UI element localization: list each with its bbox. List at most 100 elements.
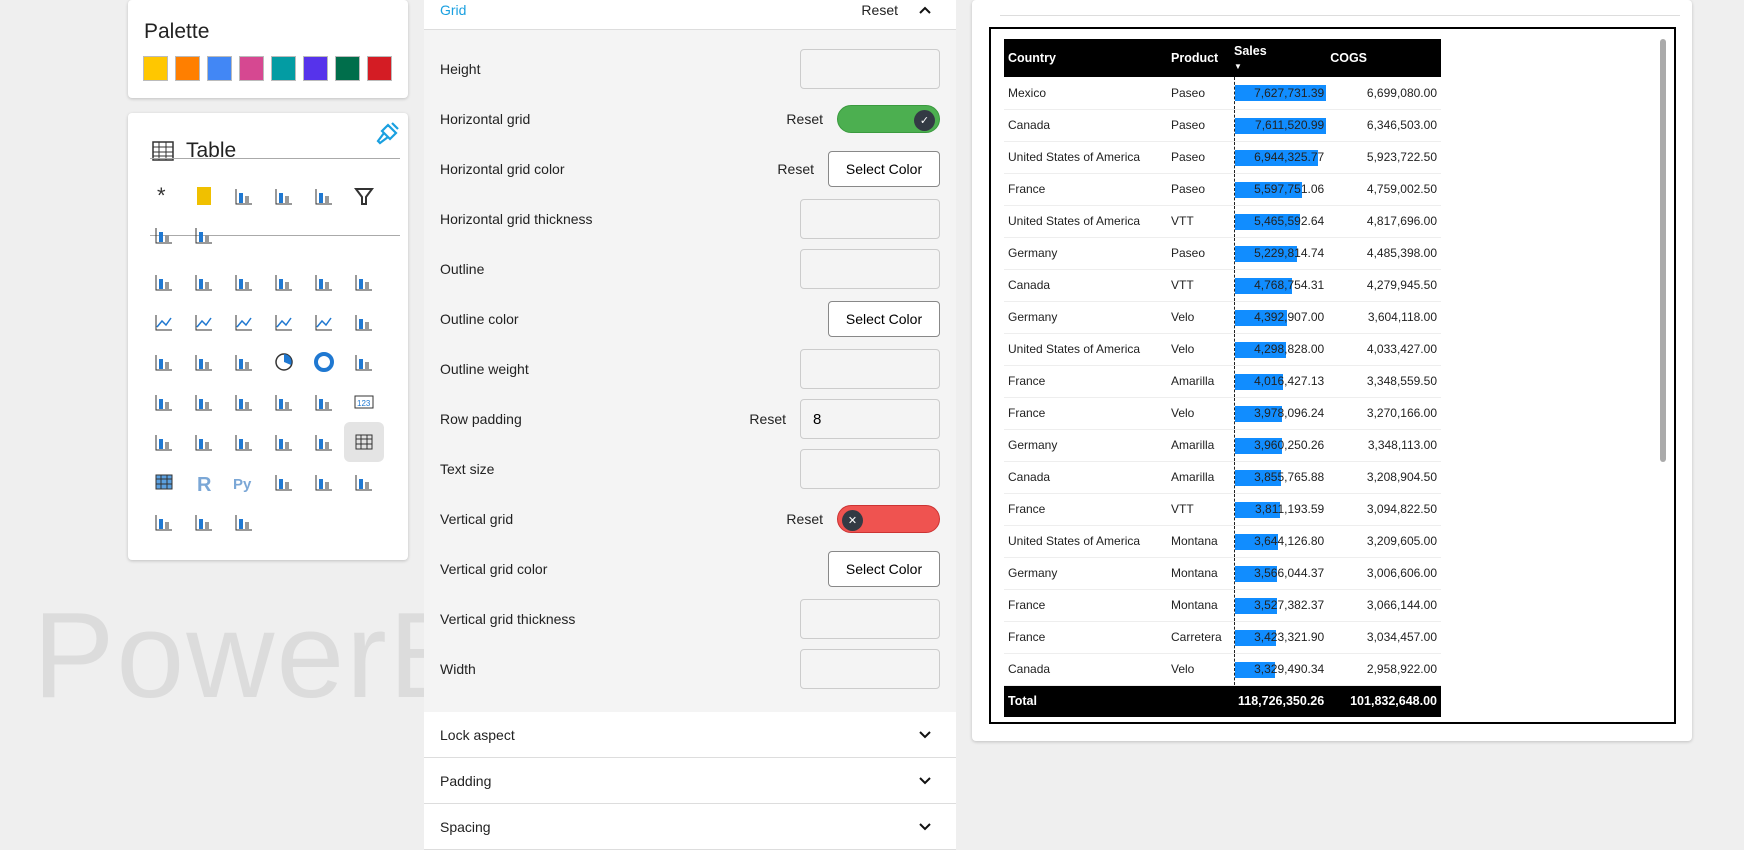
table-row[interactable]: France Montana 3,527,382.37 3,066,144.00	[1004, 589, 1441, 622]
palette-swatch[interactable]	[271, 56, 296, 81]
chevron-down-icon[interactable]	[918, 822, 932, 832]
filled-map-icon[interactable]	[188, 386, 220, 418]
section-padding[interactable]: Padding	[424, 758, 956, 804]
funnel-icon[interactable]	[188, 346, 220, 378]
table-icon[interactable]	[344, 422, 384, 462]
grid-section-header[interactable]: Grid Reset	[424, 0, 956, 30]
100-column-icon[interactable]	[348, 266, 380, 298]
python-visual-icon[interactable]: Py	[228, 466, 260, 498]
column-header-sales[interactable]: Sales ▼	[1234, 39, 1327, 77]
table-row[interactable]: France Amarilla 4,016,427.13 3,348,559.50	[1004, 365, 1441, 398]
ribbon-chart-icon[interactable]	[348, 306, 380, 338]
button-icon[interactable]	[308, 180, 340, 212]
palette-swatch[interactable]	[335, 56, 360, 81]
reset-button[interactable]: Reset	[786, 111, 823, 127]
card-icon[interactable]: 123	[348, 386, 380, 418]
table-row[interactable]: United States of America Paseo 6,944,325.7…	[1004, 141, 1441, 174]
grid-reset-button[interactable]: Reset	[861, 2, 898, 18]
vertical-grid-thickness-input[interactable]	[800, 599, 940, 639]
table-row[interactable]: Germany Velo 4,392,907.00 3,604,118.00	[1004, 301, 1441, 334]
table-row[interactable]: United States of America VTT 5,465,592.64 4…	[1004, 205, 1441, 238]
horizontal-grid-thickness-input[interactable]	[800, 199, 940, 239]
chevron-up-icon[interactable]	[918, 5, 932, 15]
clustered-bar-icon[interactable]	[228, 266, 260, 298]
table-row[interactable]: Mexico Paseo 7,627,731.39 6,699,080.00	[1004, 77, 1441, 110]
globe-map-icon[interactable]	[148, 386, 180, 418]
outline-input[interactable]	[800, 249, 940, 289]
r-visual-icon[interactable]: R	[188, 466, 220, 498]
palette-swatch[interactable]	[175, 56, 200, 81]
asterisk-icon[interactable]: *	[148, 180, 180, 212]
table-row[interactable]: Canada VTT 4,768,754.31 4,279,945.50	[1004, 269, 1441, 302]
table-row[interactable]: Canada Paseo 7,611,520.99 6,346,503.00	[1004, 109, 1441, 142]
treemap-icon[interactable]	[348, 346, 380, 378]
table-row[interactable]: Canada Amarilla 3,855,765.88 3,208,904.50	[1004, 461, 1441, 494]
text-box-icon[interactable]	[148, 506, 180, 538]
palette-swatch[interactable]	[239, 56, 264, 81]
table-row[interactable]: Germany Paseo 5,229,814.74 4,485,398.00	[1004, 237, 1441, 270]
qa-icon[interactable]	[348, 466, 380, 498]
slicer-icon[interactable]	[268, 426, 300, 458]
column-header-country[interactable]: Country	[1004, 39, 1167, 77]
page-icon[interactable]	[188, 180, 220, 212]
stacked-area-icon[interactable]	[228, 306, 260, 338]
line-clustered-column-icon[interactable]	[308, 306, 340, 338]
horizontal-grid-toggle[interactable]: ✓	[837, 105, 940, 133]
shape-map-icon[interactable]	[228, 386, 260, 418]
qr-icon[interactable]	[228, 180, 260, 212]
vertical-scrollbar[interactable]	[1660, 39, 1666, 462]
area-chart-icon[interactable]	[188, 306, 220, 338]
width-input[interactable]	[800, 649, 940, 689]
vertical-grid-color-select-color-button[interactable]: Select Color	[828, 551, 940, 587]
table-row[interactable]: United States of America Velo 4,298,828.00…	[1004, 333, 1441, 366]
column-header-product[interactable]: Product	[1167, 39, 1234, 77]
waterfall-icon[interactable]	[148, 346, 180, 378]
line-chart-icon[interactable]	[148, 306, 180, 338]
stacked-column-icon[interactable]	[188, 266, 220, 298]
clustered-column-icon[interactable]	[268, 266, 300, 298]
section-lock-aspect[interactable]: Lock aspect	[424, 712, 956, 758]
section-spacing[interactable]: Spacing	[424, 804, 956, 850]
kpi-icon[interactable]	[188, 426, 220, 458]
text-size-input[interactable]	[800, 449, 940, 489]
donut-icon[interactable]	[308, 346, 340, 378]
line-column-icon[interactable]	[268, 306, 300, 338]
100-bar-icon[interactable]	[308, 266, 340, 298]
height-input[interactable]	[800, 49, 940, 89]
table-row[interactable]: France Carretera 3,423,321.90 3,034,457.00	[1004, 621, 1441, 654]
gauge-icon[interactable]	[308, 386, 340, 418]
palette-swatch[interactable]	[303, 56, 328, 81]
pie-icon[interactable]	[268, 346, 300, 378]
table-row[interactable]: Germany Amarilla 3,960,250.26 3,348,113.00	[1004, 429, 1441, 462]
trophy-icon[interactable]	[188, 506, 220, 538]
table-row[interactable]: Canada Velo 3,329,490.34 2,958,922.00	[1004, 653, 1441, 686]
key-influencers-icon[interactable]	[268, 466, 300, 498]
chevron-down-icon[interactable]	[918, 730, 932, 740]
reset-button[interactable]: Reset	[777, 161, 814, 177]
vertical-grid-toggle[interactable]: ✕	[837, 505, 940, 533]
table-visual[interactable]: Country Product Sales ▼ COGS Mexico Paseo 7…	[989, 27, 1676, 724]
table-row[interactable]: Germany Montana 3,566,044.37 3,006,606.00	[1004, 557, 1441, 590]
table-row[interactable]: France Velo 3,978,096.24 3,270,166.00	[1004, 397, 1441, 430]
grid-icon[interactable]	[148, 219, 180, 251]
multi-card-icon[interactable]	[148, 426, 180, 458]
outline-weight-input[interactable]	[800, 349, 940, 389]
shapes-icon[interactable]	[268, 180, 300, 212]
palette-swatch[interactable]	[207, 56, 232, 81]
table-row[interactable]: France Paseo 5,597,751.06 4,759,002.50	[1004, 173, 1441, 206]
matrix-icon[interactable]	[148, 466, 180, 498]
palette-swatch[interactable]	[367, 56, 392, 81]
kpi-arrows-icon[interactable]	[228, 426, 260, 458]
scatter-icon[interactable]	[228, 346, 260, 378]
reset-button[interactable]: Reset	[786, 511, 823, 527]
table-row[interactable]: France VTT 3,811,193.59 3,094,822.50	[1004, 493, 1441, 526]
table-row[interactable]: United States of America Montana 3,644,126…	[1004, 525, 1441, 558]
chevron-down-icon[interactable]	[918, 776, 932, 786]
format-brush-icon[interactable]	[374, 121, 400, 147]
reset-button[interactable]: Reset	[749, 411, 786, 427]
paginated-report-icon[interactable]	[228, 506, 260, 538]
filter-icon[interactable]	[348, 180, 380, 212]
outline-color-select-color-button[interactable]: Select Color	[828, 301, 940, 337]
bookmark-icon[interactable]	[188, 219, 220, 251]
horizontal-grid-color-select-color-button[interactable]: Select Color	[828, 151, 940, 187]
